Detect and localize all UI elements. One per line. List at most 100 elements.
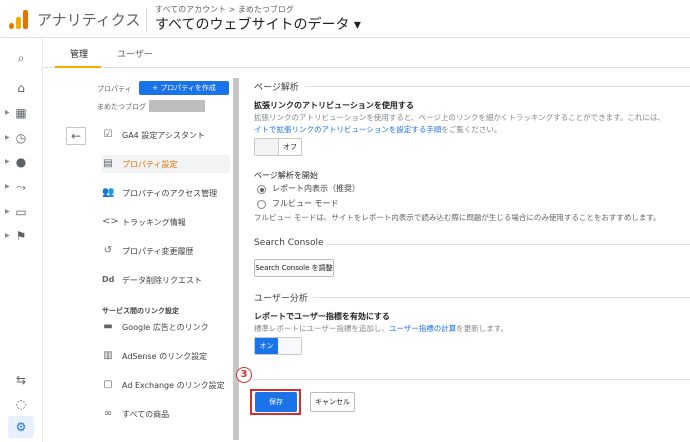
left-nav-rail: ⌕ ⌂ ▶ ▦ ▶ ◷ ▶ ● ▶ ⤳ ▶ ▭ ▶ ⚑ ⇆ ◌ ⚙ [0,38,43,442]
search-icon[interactable]: ⌕ [13,50,29,66]
attribution-icon[interactable]: ⇆ [13,372,29,388]
menu-property-settings[interactable]: ▤ プロパティ設定 [102,155,230,173]
all-products-icon: ∞ [103,408,113,419]
save-button[interactable]: 保存 [255,392,297,412]
menu-data-deletion[interactable]: Dd データ削除リクエスト [102,271,230,289]
expand-caret-icon[interactable]: ▶ [5,183,10,190]
enhanced-link-toggle[interactable]: オフ [254,138,302,156]
menu-ga4-assistant[interactable]: ☑ GA4 設定アシスタント [102,126,230,144]
enhanced-link-desc-2: イトで拡張リンクのアトリビューションを設定する手順をご覧ください。 [254,124,501,135]
desc-tail: をご覧ください。 [441,125,502,134]
admin-gear-icon[interactable]: ⚙ [8,416,34,438]
search-console-button[interactable]: Search Console を調整 [254,259,334,277]
menu-label: GA4 設定アシスタント [122,131,205,140]
checkbox-icon: ☑ [103,129,113,140]
toggle-blank [255,139,278,155]
radio-report-view-label: レポート内表示（推奨） [272,184,360,193]
section-divider [305,86,690,87]
property-selector[interactable]: すべてのウェブサイトのデータ ▾ [155,14,361,34]
menu-tracking-info[interactable]: <> トラッキング情報 [102,213,230,231]
discover-lightbulb-icon[interactable]: ◌ [13,396,29,412]
menu-label: Ad Exchange のリンク設定 [122,381,225,390]
step-number-badge: 3 [236,367,252,383]
history-icon: ↺ [103,245,113,256]
menu-label: プロパティ変更履歴 [122,247,194,256]
menu-label: Google 広告とのリンク [122,323,209,332]
menu-label: プロパティ設定 [122,160,178,169]
audience-person-icon[interactable]: ● [13,154,29,170]
full-view-desc: フルビュー モードは、サイトをレポート内表示で読み込む際に問題が生じる場合にのみ… [254,213,661,222]
analytics-admin-screen: アナリティクス すべてのアカウント > まめたつブログ すべてのウェブサイトのデ… [0,0,690,442]
tab-user[interactable]: ユーザー [117,47,153,60]
section-divider [313,297,690,298]
top-header: アナリティクス すべてのアカウント > まめたつブログ すべてのウェブサイトのデ… [0,0,690,38]
redacted-block [149,100,205,112]
menu-label: AdSense のリンク設定 [122,352,208,361]
link-section-title: サービス間のリンク設定 [102,307,179,315]
customization-icon[interactable]: ▦ [13,105,29,121]
menu-label: すべての商品 [122,410,170,419]
dd-icon: Dd [102,275,115,284]
menu-all-products[interactable]: ∞ すべての商品 [102,405,230,423]
menu-adx-link[interactable]: ▢ Ad Exchange のリンク設定 [102,376,230,394]
expand-caret-icon[interactable]: ▶ [5,208,10,215]
radio-report-view[interactable] [257,185,266,194]
section-title-page-analysis: ページ解析 [254,83,299,93]
property-column: プロパティ + プロパティを作成 まめたつブログ ☑ GA4 設定アシスタント … [92,80,232,442]
behavior-icon[interactable]: ▭ [13,204,29,220]
expand-caret-icon[interactable]: ▶ [5,158,10,165]
back-arrow-button[interactable]: ← [66,127,86,145]
property-name[interactable]: まめたつブログ [97,102,146,112]
toggle-off-label: オフ [278,139,301,155]
menu-label: データ削除リクエスト [122,276,202,285]
home-icon[interactable]: ⌂ [13,80,29,96]
expand-caret-icon[interactable]: ▶ [5,134,10,141]
toggle-on-label: オン [255,338,278,354]
actions-divider [252,379,690,380]
column-scrollbar[interactable] [233,78,239,440]
conversions-flag-icon[interactable]: ⚑ [13,228,29,244]
menu-label: プロパティのアクセス管理 [122,189,218,198]
header-divider [146,8,147,32]
user-metric-toggle[interactable]: オン [254,337,302,355]
active-tab-indicator [55,66,101,68]
radio-full-view-label: フルビュー モード [272,199,339,208]
adx-icon: ▢ [103,379,113,390]
adsense-icon: ▥ [103,350,113,361]
tab-admin[interactable]: 管理 [70,47,88,60]
enhanced-link-help-link[interactable]: イトで拡張リンクのアトリビューションを設定する手順 [254,125,441,134]
cancel-button[interactable]: キャンセル [310,392,355,412]
section-title-search-console: Search Console [254,238,324,248]
section-divider [327,244,690,245]
menu-label: トラッキング情報 [122,218,186,227]
user-metric-calc-link[interactable]: ユーザー指標の計算 [389,324,456,333]
menu-change-history[interactable]: ↺ プロパティ変更履歴 [102,242,230,260]
menu-google-ads-link[interactable]: ▬ Google 広告とのリンク [102,318,230,336]
radio-full-view[interactable] [257,200,266,209]
settings-page-icon: ▤ [103,158,113,169]
admin-tabs: 管理 ユーザー [43,38,690,68]
ads-icon: ▬ [103,321,113,332]
code-icon: <> [102,216,119,227]
user-metric-title: レポートでユーザー指標を有効にする [254,312,390,321]
property-settings-content: ページ解析 拡張リンクのアトリビューションを使用する 拡張リンクのアトリビューシ… [245,70,690,442]
enhanced-link-desc: 拡張リンクのアトリビューションを使用すると、ページ上のリンクを細かくトラッキング… [254,113,665,122]
menu-property-access[interactable]: 👥 プロパティのアクセス管理 [102,184,230,202]
people-icon: 👥 [102,187,115,198]
section-title-user-analysis: ユーザー分析 [254,294,308,304]
menu-adsense-link[interactable]: ▥ AdSense のリンク設定 [102,347,230,365]
acquisition-icon[interactable]: ⤳ [13,179,29,195]
expand-caret-icon[interactable]: ▶ [5,109,10,116]
page-analysis-start-title: ページ解析を開始 [254,171,318,180]
create-property-button[interactable]: + プロパティを作成 [139,81,229,95]
realtime-clock-icon[interactable]: ◷ [13,130,29,146]
property-label: プロパティ [97,85,132,93]
expand-caret-icon[interactable]: ▶ [5,232,10,239]
desc-head: 標準レポートにユーザー指標を追加し、 [254,324,389,333]
analytics-logo-icon [9,9,29,29]
enhanced-link-title: 拡張リンクのアトリビューションを使用する [254,101,414,110]
toggle-blank [278,338,301,354]
desc-tail: を更新します。 [456,324,508,333]
user-metric-desc: 標準レポートにユーザー指標を追加し、ユーザー指標の計算を更新します。 [254,323,508,334]
app-name: アナリティクス [37,11,141,29]
